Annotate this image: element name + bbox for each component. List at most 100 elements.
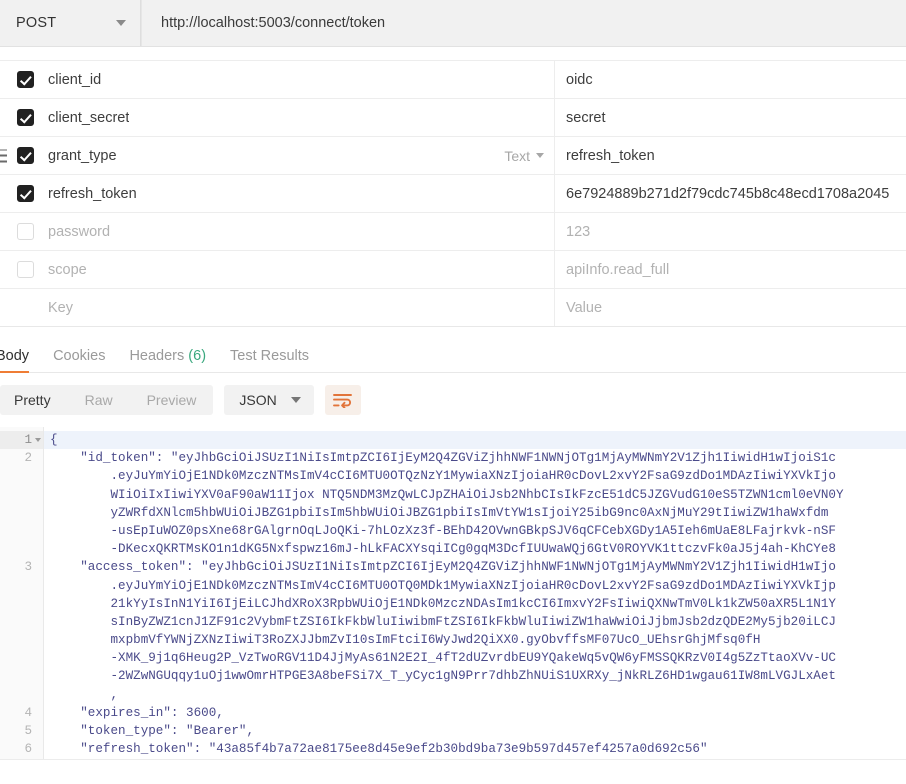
request-url-bar: POST http://localhost:5003/connect/token: [0, 0, 906, 47]
http-method-select[interactable]: POST: [0, 0, 141, 46]
code-line: -usEpIuWOZ0psXne68rGAlgrnOqLJoQKi-7hLOzX…: [50, 523, 836, 538]
response-format-bar: Pretty Raw Preview JSON: [0, 373, 906, 427]
form-row-gutter: [0, 61, 40, 98]
response-tab-headers[interactable]: Headers (6): [119, 347, 220, 373]
form-row: grant_type Text refresh_token: [0, 137, 906, 175]
line-number: 3: [0, 558, 43, 576]
response-tab-label: Test Results: [230, 347, 310, 364]
form-row: client_secret secret: [0, 99, 906, 137]
chevron-down-icon: [116, 20, 126, 26]
response-tab-test-results[interactable]: Test Results: [220, 347, 323, 373]
line-number: [0, 504, 43, 522]
request-url-input[interactable]: http://localhost:5003/connect/token: [141, 0, 906, 46]
form-row: password 123: [0, 213, 906, 251]
form-value-input[interactable]: apiInfo.read_full: [555, 251, 906, 288]
line-number-text: 6: [24, 742, 32, 757]
form-key-input[interactable]: password: [40, 213, 555, 250]
form-key-text: password: [48, 223, 111, 240]
form-key-text: refresh_token: [48, 185, 137, 202]
form-row-gutter: [0, 175, 40, 212]
form-key-text: Key: [48, 299, 73, 316]
form-row-gutter: [0, 213, 40, 250]
line-number: [0, 577, 43, 595]
form-key-text: client_secret: [48, 109, 130, 126]
line-number: 2: [0, 449, 43, 467]
response-tab-label: Headers: [129, 347, 185, 364]
form-key-input[interactable]: Key: [40, 289, 555, 326]
form-value-input[interactable]: refresh_token: [555, 137, 906, 174]
form-key-input[interactable]: scope: [40, 251, 555, 288]
row-checkbox-unchecked[interactable]: [17, 261, 34, 278]
line-number: [0, 595, 43, 613]
line-number-text: 2: [24, 451, 32, 466]
form-key-input[interactable]: refresh_token: [40, 175, 555, 212]
form-value-input[interactable]: oidc: [555, 61, 906, 98]
value-type-dropdown[interactable]: Text: [504, 148, 544, 164]
line-number: 1: [0, 431, 43, 450]
form-row-gutter: [0, 251, 40, 288]
form-row: scope apiInfo.read_full: [0, 251, 906, 289]
response-language-select[interactable]: JSON: [224, 385, 314, 415]
row-checkbox-checked[interactable]: [17, 71, 34, 88]
line-number-text: 4: [24, 705, 32, 720]
line-number: [0, 486, 43, 504]
line-number: [0, 613, 43, 631]
format-mode-preview[interactable]: Preview: [130, 385, 214, 415]
code-line: .eyJuYmYiOjE1NDk0MzczNTMsImV4cCI6MTU0OTQ…: [50, 578, 836, 593]
text-wrap-toggle-button[interactable]: [324, 385, 361, 415]
chevron-down-icon: [290, 397, 301, 403]
code-line: "expires_in": 3600,: [50, 705, 224, 720]
form-value-input[interactable]: secret: [555, 99, 906, 136]
response-body-code[interactable]: { "id_token": "eyJhbGciOiJSUzI1NiIsImtpZ…: [44, 427, 906, 763]
line-number: 5: [0, 722, 43, 740]
response-tabs: Body Cookies Headers (6) Test Results: [0, 335, 906, 373]
text-wrap-icon: [333, 393, 353, 408]
response-tab-label: Body: [0, 347, 30, 364]
form-row: Key Value: [0, 289, 906, 326]
response-language-label: JSON: [239, 392, 277, 408]
line-number: [0, 686, 43, 704]
line-number: [0, 667, 43, 685]
row-checkbox-checked[interactable]: [17, 147, 34, 164]
code-line: {: [44, 431, 906, 450]
response-body-viewer[interactable]: 1 2 3 4 5 6 { "id_token": "eyJhbGciOiJSUzI1Ni…: [0, 427, 906, 763]
fold-toggle-icon[interactable]: [35, 438, 41, 442]
form-value-input[interactable]: Value: [555, 289, 906, 326]
code-line: mxpbmVfYWNjZXNzIiwiT3RoZXJJbmZvI10sImFtc…: [50, 633, 761, 648]
format-mode-raw[interactable]: Raw: [68, 385, 130, 415]
form-key-input[interactable]: client_secret: [40, 99, 555, 136]
line-number: [0, 649, 43, 667]
request-url-text: http://localhost:5003/connect/token: [161, 15, 386, 31]
response-tab-body[interactable]: Body: [0, 347, 43, 373]
form-value-input[interactable]: 6e7924889b271d2f79cdc745b8c48ecd1708a204…: [555, 175, 906, 212]
form-key-text: scope: [48, 261, 87, 278]
code-line: "refresh_token": "43a85f4b7a72ae8175ee8d…: [50, 742, 708, 757]
line-number: 6: [0, 740, 43, 758]
form-row-gutter: [0, 137, 40, 174]
code-line: WIiOiIxIiwiYXV0aF90aW11Ijox NTQ5NDM3MzQw…: [50, 487, 844, 502]
code-line: ,: [50, 687, 119, 702]
line-number: [0, 540, 43, 558]
form-value-input[interactable]: 123: [555, 213, 906, 250]
code-line: yZWRfdXNlcm5hbWUiOiJBZG1pbiIsIm5hbWUiOiJ…: [50, 505, 829, 520]
code-line: "id_token": "eyJhbGciOiJSUzI1NiIsImtpZCI…: [50, 451, 836, 466]
format-mode-group: Pretty Raw Preview: [0, 385, 214, 415]
response-tab-count: (6): [188, 347, 207, 364]
toolbar-spacer: [0, 47, 906, 61]
form-row: client_id oidc: [0, 61, 906, 99]
form-key-input[interactable]: grant_type Text: [40, 137, 555, 174]
row-checkbox-checked[interactable]: [17, 109, 34, 126]
format-mode-pretty[interactable]: Pretty: [0, 385, 68, 415]
row-checkbox-unchecked[interactable]: [17, 223, 34, 240]
form-key-input[interactable]: client_id: [40, 61, 555, 98]
section-spacer: [0, 327, 906, 335]
code-line: "token_type": "Bearer",: [50, 724, 255, 738]
value-type-label: Text: [504, 147, 530, 164]
drag-handle-icon[interactable]: [0, 149, 7, 162]
response-tab-cookies[interactable]: Cookies: [43, 348, 119, 373]
line-number: [0, 631, 43, 649]
row-checkbox-checked[interactable]: [17, 185, 34, 202]
code-line: -XMK_9j1q6Heug2P_VzTwoRGV11D4JjMyAs61N2E…: [50, 651, 836, 666]
code-line: -2WZwNGUqqy1uOj1wwOmrHTPGE3A8beFSi7X_T_y…: [50, 669, 836, 684]
line-number-text: 1: [24, 433, 32, 447]
